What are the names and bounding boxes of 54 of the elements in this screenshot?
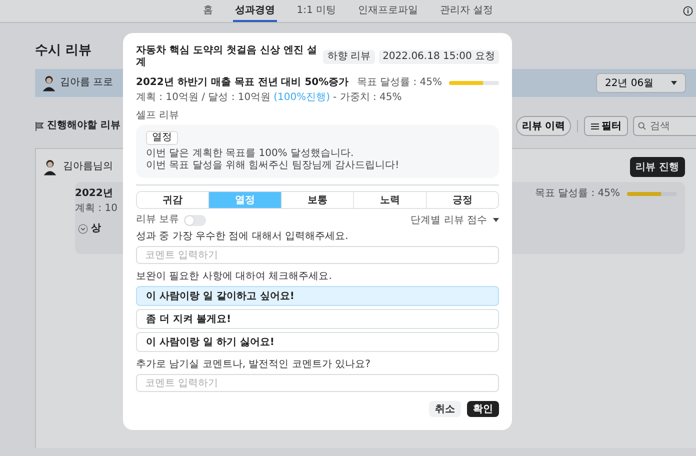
history-button[interactable]: 리뷰 이력 — [516, 116, 571, 136]
review-text: 이번 목표 달성을 위해 힘써주신 팀장님께 감사드립니다! — [146, 160, 400, 172]
question-text: 성과 중 가장 우수한 점에 대해서 입력해주세요. — [136, 231, 350, 243]
nav-tab[interactable]: 성과경영 — [232, 0, 277, 22]
nav-tab[interactable]: 인재프로파일 — [356, 0, 420, 22]
review-text: 이번 달은 계획한 목표를 100% 달성했습니다. — [146, 148, 355, 160]
choice-option[interactable]: 좀 더 지켜 볼게요! — [136, 309, 499, 329]
question-text: 보완이 필요한 사항에 대하여 체크해주세요. — [136, 271, 333, 283]
nav-tab[interactable]: 1:1 미팅 — [294, 0, 338, 22]
progress-label: 목표 달성률 : 45% — [356, 77, 442, 89]
choice-option[interactable]: 이 사람이랑 일 같이하고 싶어요! — [136, 286, 499, 306]
choice-option[interactable]: 이 사람이랑 일 하기 싫어요! — [136, 332, 499, 352]
progress-label: 목표 달성률 : 45% — [534, 188, 620, 200]
caret-icon — [671, 81, 677, 85]
month-dropdown[interactable]: 22년 06월 — [596, 73, 686, 93]
plan-text: 계획 : 10억원 / 달성 : 10억원 — [136, 92, 271, 104]
flag-icon — [35, 122, 44, 130]
chevron-icon[interactable] — [78, 224, 88, 234]
question-text: 추가로 남기실 코멘트나, 발전적인 코멘트가 있나요? — [136, 359, 372, 371]
score-tab[interactable]: 귀감 — [137, 192, 210, 208]
dialog-title: 자동차 핵심 도약의 첫걸음 신상 엔진 설계 — [136, 45, 318, 69]
info-icon[interactable] — [683, 6, 693, 16]
detail-text: 상 — [91, 223, 101, 235]
score-menu[interactable]: 단계별 리뷰 점수 — [410, 213, 499, 227]
avatar — [43, 158, 57, 176]
search-field[interactable]: 검색 — [633, 116, 696, 136]
plan-text: 계획 : 10 — [75, 203, 118, 215]
section-label: 셀프 리뷰 — [136, 110, 180, 122]
tag: 열정 — [146, 131, 178, 145]
search-icon — [638, 122, 646, 130]
comment-field[interactable]: 코멘트 입력하기 — [136, 374, 499, 392]
progress-bar — [627, 192, 677, 196]
progress-text: (100%진행) — [274, 92, 330, 104]
owner-name: 김아름님의 — [63, 161, 113, 173]
profile-name: 김아름 프로 — [60, 77, 114, 89]
confirm-button[interactable]: 확인 — [467, 401, 499, 417]
filter-button[interactable]: 필터 — [584, 116, 628, 136]
avatar — [42, 74, 56, 92]
goal-title: 2022년 하반기 매출 목표 전년 대비 50%증가 — [136, 77, 350, 89]
page-title: 수시 리뷰 — [35, 43, 92, 59]
section-title: 진행해야할 리뷰 — [47, 120, 120, 132]
nav-tab[interactable]: 홈 — [200, 0, 215, 22]
caret-icon — [493, 218, 499, 222]
hold-label: 리뷰 보류 — [136, 214, 180, 226]
start-review-button[interactable]: 리뷰 진행 — [630, 157, 685, 177]
tag: 하향 리뷰 — [323, 50, 375, 64]
cancel-button[interactable]: 취소 — [429, 401, 461, 417]
weight-text: - 가중치 : 45% — [333, 92, 402, 104]
progress-bar — [449, 81, 499, 85]
filter-icon — [590, 122, 598, 130]
hold-toggle[interactable] — [184, 214, 206, 226]
comment-field[interactable]: 코멘트 입력하기 — [136, 246, 499, 264]
tag: 2022.06.18 15:00 요청 — [378, 50, 499, 64]
nav-tab[interactable]: 관리자 설정 — [438, 0, 496, 22]
